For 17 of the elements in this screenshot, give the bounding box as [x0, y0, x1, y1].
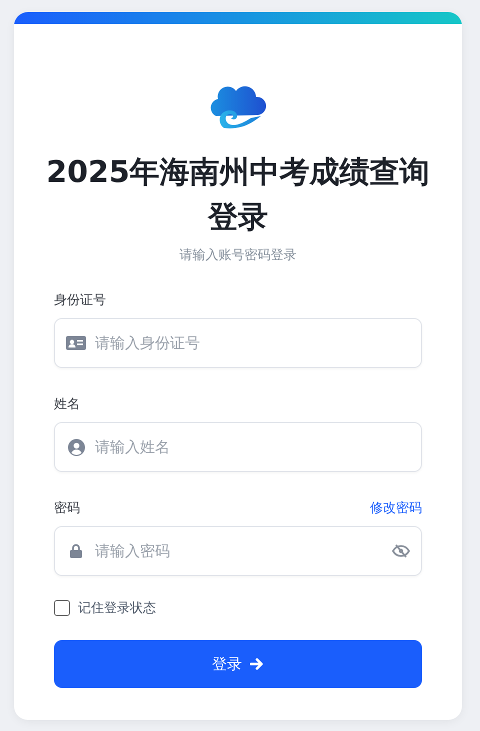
page-title: 2025年海南州中考成绩查询登录: [45, 154, 431, 237]
id-card-icon: [66, 335, 86, 351]
input-field[interactable]: 请输入密码: [54, 526, 422, 576]
field-label: 姓名: [54, 396, 80, 413]
eye-slash-icon[interactable]: [392, 544, 410, 558]
change-password-link[interactable]: 修改密码: [370, 499, 422, 517]
login-button[interactable]: 登录: [54, 640, 422, 688]
checkbox[interactable]: [54, 600, 70, 616]
input-field[interactable]: 请输入姓名: [54, 422, 422, 472]
field-label: 身份证号: [54, 292, 106, 309]
input-field[interactable]: 请输入身份证号: [54, 318, 422, 368]
user-icon: [68, 438, 84, 456]
subtitle: 请输入账号密码登录: [180, 247, 296, 264]
checkbox-label: 记住登录状态: [78, 600, 156, 617]
arrow-right-icon: [250, 657, 264, 671]
field-label: 密码: [54, 500, 80, 517]
lock-icon: [70, 544, 82, 558]
